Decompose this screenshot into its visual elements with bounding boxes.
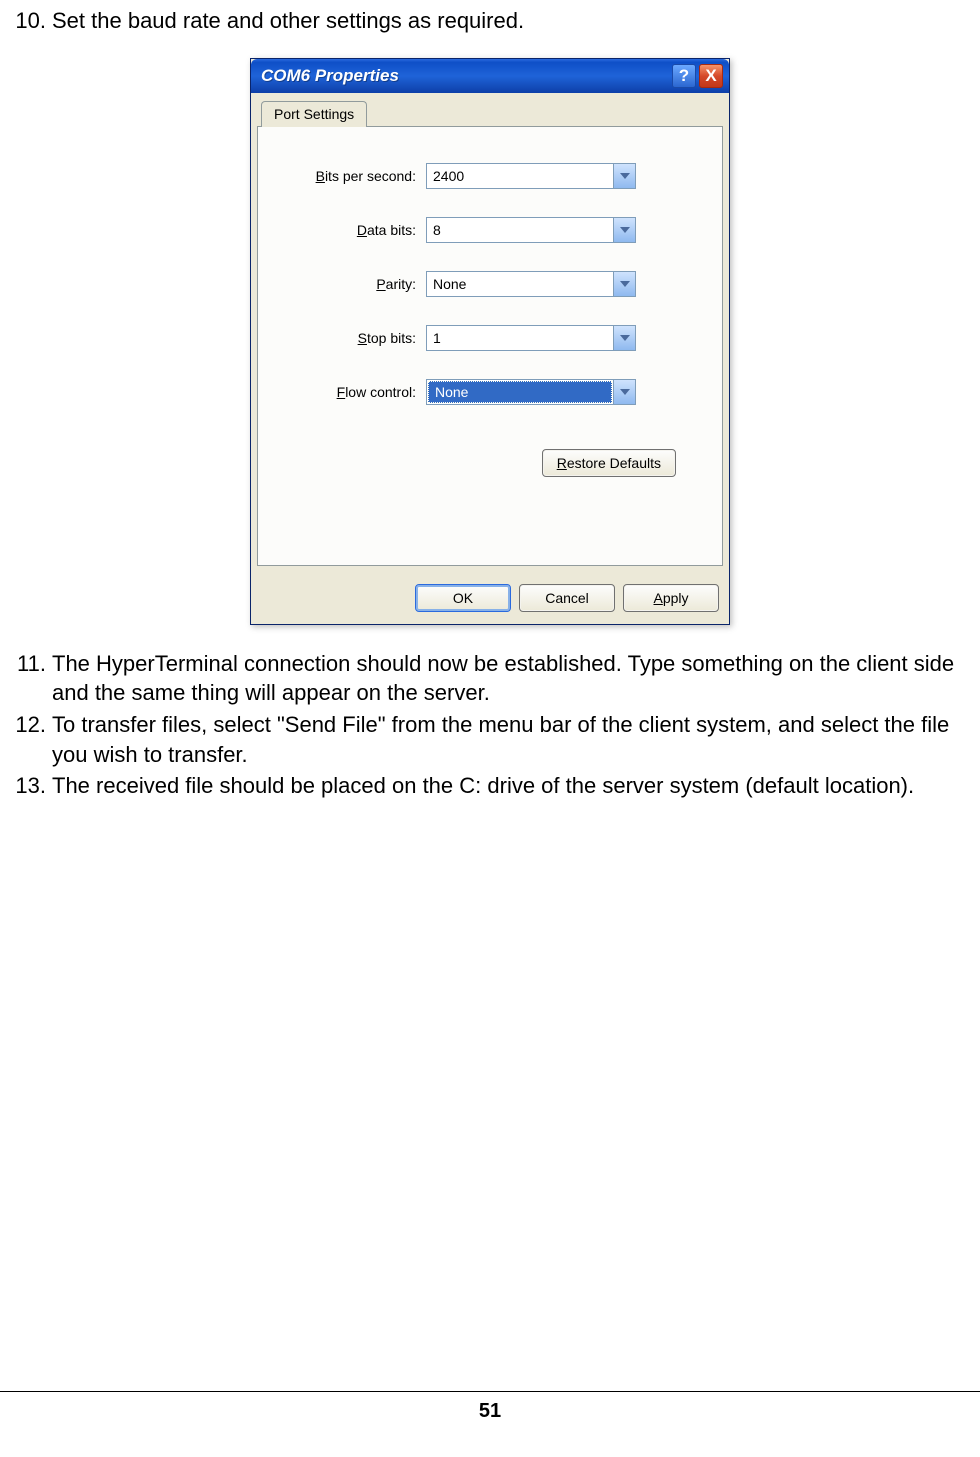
step-text: Set the baud rate and other settings as …	[52, 6, 980, 36]
step-number: 12.	[0, 710, 52, 769]
titlebar[interactable]: COM6 Properties ? X	[251, 59, 729, 93]
step-11: 11. The HyperTerminal connection should …	[0, 649, 980, 708]
step-text: The HyperTerminal connection should now …	[52, 649, 980, 708]
combo-flow-control[interactable]: None	[426, 379, 636, 405]
window-title: COM6 Properties	[261, 66, 669, 86]
label-data-bits: Data bits:	[276, 222, 426, 238]
combo-data-bits[interactable]: 8	[426, 217, 636, 243]
combo-bits-per-second[interactable]: 2400	[426, 163, 636, 189]
tab-strip: Port Settings	[251, 93, 729, 127]
close-icon[interactable]: X	[699, 64, 723, 88]
label-stop-bits: Stop bits:	[276, 330, 426, 346]
restore-defaults-button[interactable]: Restore Defaults	[542, 449, 676, 477]
row-data-bits: Data bits: 8	[276, 217, 704, 243]
step-number: 13.	[0, 771, 52, 801]
tab-port-settings[interactable]: Port Settings	[261, 101, 367, 127]
step-13: 13. The received file should be placed o…	[0, 771, 980, 801]
chevron-down-icon[interactable]	[613, 272, 635, 296]
combo-parity[interactable]: None	[426, 271, 636, 297]
dialog-screenshot: COM6 Properties ? X Port Settings Bits p…	[0, 38, 980, 649]
apply-button[interactable]: Apply	[623, 584, 719, 612]
step-10: 10. Set the baud rate and other settings…	[0, 6, 980, 36]
label-parity: Parity:	[276, 276, 426, 292]
cancel-button[interactable]: Cancel	[519, 584, 615, 612]
chevron-down-icon[interactable]	[613, 164, 635, 188]
step-text: To transfer files, select "Send File" fr…	[52, 710, 980, 769]
help-icon[interactable]: ?	[672, 64, 696, 88]
dialog-buttons: OK Cancel Apply	[251, 576, 729, 624]
chevron-down-icon[interactable]	[613, 380, 635, 404]
com-properties-dialog: COM6 Properties ? X Port Settings Bits p…	[250, 58, 730, 625]
row-bits-per-second: Bits per second: 2400	[276, 163, 704, 189]
label-bits-per-second: Bits per second:	[276, 168, 426, 184]
tab-panel: Bits per second: 2400 Data bits: 8 Parit…	[257, 126, 723, 566]
row-parity: Parity: None	[276, 271, 704, 297]
row-flow-control: Flow control: None	[276, 379, 704, 405]
chevron-down-icon[interactable]	[613, 218, 635, 242]
step-text: The received file should be placed on th…	[52, 771, 980, 801]
label-flow-control: Flow control:	[276, 384, 426, 400]
combo-stop-bits[interactable]: 1	[426, 325, 636, 351]
step-number: 11.	[0, 649, 52, 708]
row-stop-bits: Stop bits: 1	[276, 325, 704, 351]
step-12: 12. To transfer files, select "Send File…	[0, 710, 980, 769]
chevron-down-icon[interactable]	[613, 326, 635, 350]
ok-button[interactable]: OK	[415, 584, 511, 612]
page-footer: 51	[0, 1391, 980, 1423]
step-number: 10.	[0, 6, 52, 36]
page-number: 51	[479, 1400, 501, 1422]
restore-row: Restore Defaults	[276, 449, 704, 477]
